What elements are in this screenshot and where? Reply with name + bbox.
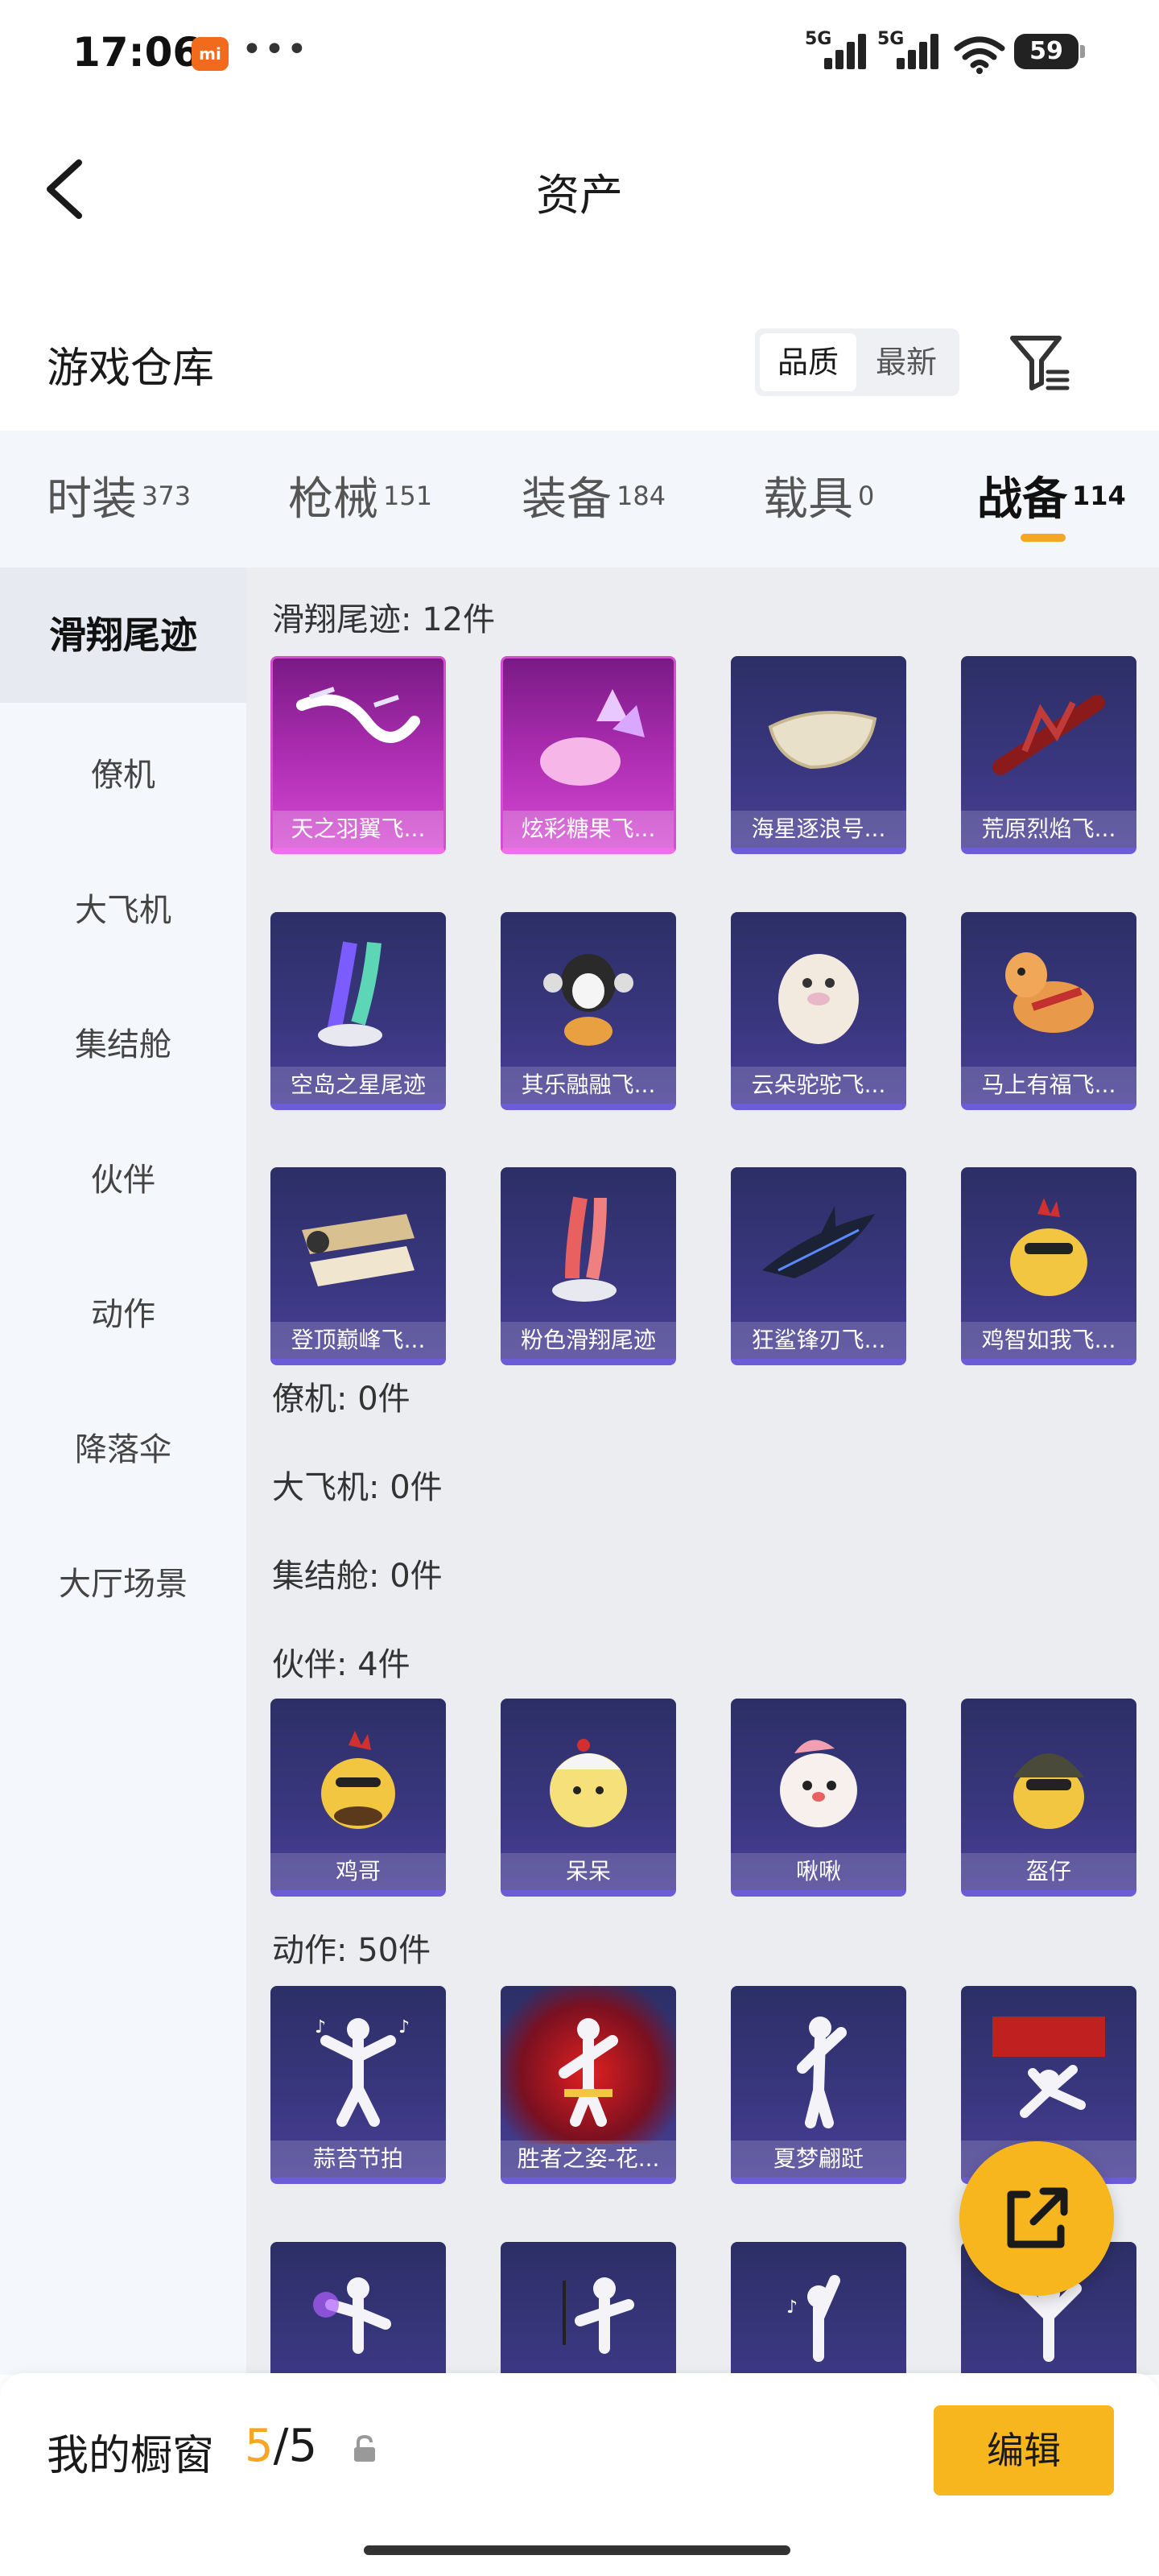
item-card[interactable]: 夏梦翩跹 (731, 1986, 906, 2184)
pink-trail-icon (501, 1167, 676, 1325)
candy-icon (503, 658, 674, 816)
category-tabs: 时装 373 枪械 151 装备 184 载具 0 战备 114 (0, 431, 1159, 568)
bird-icon (731, 1699, 906, 1856)
pose-icon (270, 2242, 446, 2375)
tab-battle-gear[interactable]: 战备 114 (977, 463, 1126, 535)
wifi-icon (954, 36, 1005, 74)
boat-icon (731, 656, 906, 814)
showcase-count: 5/5 (245, 2420, 318, 2472)
section-title-partner: 伙伴: 4件 (272, 1646, 410, 1683)
section-title-big-plane: 大飞机: 0件 (272, 1469, 443, 1506)
header: 资产 (0, 121, 1159, 258)
home-indicator[interactable] (364, 2545, 790, 2555)
spider-pose-icon (961, 1986, 1136, 2144)
status-time: 17:06 (72, 29, 201, 76)
battery-icon: 59 (1014, 34, 1085, 69)
svg-text:♪: ♪ (786, 2297, 798, 2318)
showcase-label: 我的橱窗 (47, 2432, 215, 2480)
sidebar-item-partner[interactable]: 伙伴 (0, 1154, 246, 1200)
pose-icon (501, 2242, 676, 2375)
helmet-chick-icon (961, 1699, 1136, 1856)
item-card[interactable]: ♪ (731, 2242, 906, 2375)
page-title: 资产 (536, 170, 623, 221)
item-card[interactable] (270, 2242, 446, 2375)
item-card[interactable]: 天之羽翼飞... (270, 656, 446, 854)
item-card[interactable]: 空岛之星尾迹 (270, 912, 446, 1110)
item-card[interactable]: 其乐融融飞... (501, 912, 676, 1110)
section-title-wingman: 僚机: 0件 (272, 1381, 410, 1418)
status-bar: 17:06 mi ••• 5G 5G 59 (0, 0, 1159, 105)
tab-vehicles[interactable]: 载具 0 (763, 463, 874, 535)
item-card[interactable] (501, 2242, 676, 2375)
item-card[interactable]: ♪ ♪ 蒜苔节拍 (270, 1986, 446, 2184)
alpaca-icon (731, 912, 906, 1070)
filter-button[interactable] (1006, 330, 1074, 398)
item-card[interactable]: 荒原烈焰飞... (961, 656, 1136, 854)
item-card[interactable]: 啾啾 (731, 1699, 906, 1897)
tab-equipment[interactable]: 装备 184 (522, 463, 666, 535)
item-card[interactable]: 胜者之姿-花... (501, 1986, 676, 2184)
sidebar-item-emote[interactable]: 动作 (0, 1288, 246, 1335)
lock-icon (354, 2434, 375, 2462)
sidebar-item-glide-trail[interactable]: 滑翔尾迹 (0, 568, 246, 703)
section-title-glide-trail: 滑翔尾迹: 12件 (272, 601, 496, 638)
section-title-assembly-pod: 集结舱: 0件 (272, 1558, 443, 1595)
item-card[interactable]: 狂鲨锋刃飞... (731, 1167, 906, 1365)
warehouse-title: 游戏仓库 (47, 345, 215, 393)
item-card[interactable]: 云朵驼驼飞... (731, 912, 906, 1110)
item-card[interactable]: 呆呆 (501, 1699, 676, 1897)
dance-icon: ♪ ♪ (270, 1986, 446, 2144)
edit-button[interactable]: 编辑 (934, 2405, 1114, 2496)
sidebar-item-parachute[interactable]: 降落伞 (0, 1423, 246, 1470)
chicken-icon (270, 1699, 446, 1856)
shark-icon (731, 1167, 906, 1325)
pose-icon (731, 1986, 906, 2144)
penguin-icon (501, 912, 676, 1070)
item-card[interactable]: 登顶巅峰飞... (270, 1167, 446, 1365)
jet-icon (270, 1167, 446, 1325)
tab-fashion[interactable]: 时装 373 (47, 463, 191, 535)
svg-text:♪: ♪ (315, 2017, 326, 2037)
item-card[interactable]: 盔仔 (961, 1699, 1136, 1897)
chicken-glider-icon (961, 1167, 1136, 1325)
sidebar-item-big-plane[interactable]: 大飞机 (0, 884, 246, 931)
svg-text:♪: ♪ (398, 2017, 410, 2037)
showcase-bar: 我的橱窗 5/5 编辑 (0, 2373, 1159, 2576)
sidebar-item-lobby-scene[interactable]: 大厅场景 (0, 1558, 246, 1604)
section-title-emote: 动作: 50件 (272, 1932, 431, 1969)
flame-glider-icon (961, 656, 1136, 814)
sort-toggle: 品质 最新 (755, 328, 959, 396)
tab-weapons[interactable]: 枪械 151 (288, 463, 432, 535)
pose-icon: ♪ (731, 2242, 906, 2375)
item-card[interactable]: 炫彩糖果飞... (501, 656, 676, 854)
rainbow-trail-icon (270, 912, 446, 1070)
item-card[interactable]: 粉色滑翔尾迹 (501, 1167, 676, 1365)
wing-icon (273, 658, 443, 816)
signal-5g-icon: 5G (805, 29, 872, 72)
item-card[interactable]: 鸡哥 (270, 1699, 446, 1897)
active-tab-indicator (1021, 534, 1066, 542)
sidebar-item-assembly-pod[interactable]: 集结舱 (0, 1018, 246, 1065)
sidebar-item-wingman[interactable]: 僚机 (0, 749, 246, 795)
item-card[interactable]: 海星逐浪号... (731, 656, 906, 854)
item-card[interactable]: 马上有福飞... (961, 912, 1136, 1110)
sidebar: 滑翔尾迹 僚机 大飞机 集结舱 伙伴 动作 降落伞 大厅场景 (0, 568, 246, 2375)
victory-pose-icon (501, 1986, 676, 2144)
signal-5g-icon: 5G (877, 29, 945, 72)
mi-badge-icon: mi (192, 37, 229, 71)
share-button[interactable] (959, 2141, 1114, 2296)
horse-icon (961, 912, 1136, 1070)
more-notifications-icon: ••• (241, 29, 309, 70)
asset-content: 滑翔尾迹: 12件 天之羽翼飞... 炫彩糖果飞... 海星逐浪号... 荒原烈… (246, 568, 1159, 2375)
chick-icon (501, 1699, 676, 1856)
sort-quality-button[interactable]: 品质 (760, 333, 856, 391)
sort-newest-button[interactable]: 最新 (858, 333, 955, 391)
item-card[interactable]: 鸡智如我飞... (961, 1167, 1136, 1365)
